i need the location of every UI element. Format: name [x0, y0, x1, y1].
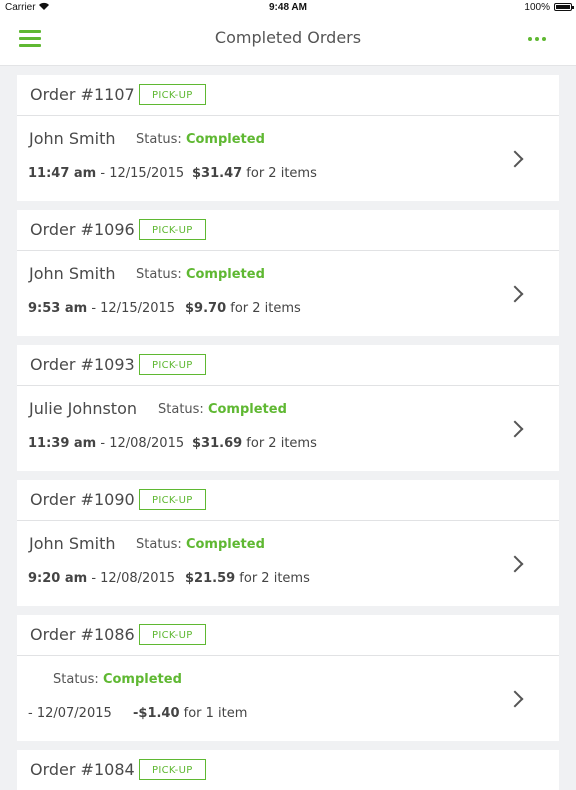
nav-bar: Completed Orders: [0, 16, 576, 66]
status-label: Status:: [136, 132, 182, 147]
order-amount-value: $9.70: [185, 301, 227, 316]
order-number: Order #1096: [30, 220, 135, 239]
order-body: John Smith Status: Completed 11:47 am - …: [17, 116, 559, 201]
order-header: Order #1084 PICK-UP: [17, 750, 559, 790]
order-header: Order #1086 PICK-UP: [17, 615, 559, 656]
order-item-count: for 1 item: [179, 706, 248, 721]
order-number: Order #1107: [30, 85, 135, 104]
order-date: - 12/07/2015: [28, 706, 112, 721]
pickup-badge: PICK-UP: [139, 354, 206, 375]
order-time-value: 9:53 am: [28, 301, 88, 316]
chevron-right-icon: [506, 555, 524, 573]
chevron-right-icon: [506, 690, 524, 708]
order-amount-value: -$1.40: [133, 706, 180, 721]
order-item-count: for 2 items: [235, 571, 310, 586]
order-item-count: for 2 items: [242, 436, 317, 451]
order-status: Status: Completed: [53, 672, 182, 687]
order-amount: $21.59 for 2 items: [185, 571, 310, 586]
status-label: Status:: [53, 672, 99, 687]
order-status: Status: Completed: [136, 267, 265, 282]
status-label: Status:: [158, 402, 204, 417]
order-time: 11:47 am - 12/15/2015: [28, 166, 184, 181]
status-value: Completed: [207, 402, 287, 417]
status-value: Completed: [185, 267, 265, 282]
battery-percent: 100%: [524, 2, 550, 13]
order-time-value: 9:20 am: [28, 571, 88, 586]
order-time: 11:39 am - 12/08/2015: [28, 436, 184, 451]
order-number: Order #1093: [30, 355, 135, 374]
order-amount: $9.70 for 2 items: [185, 301, 301, 316]
order-status: Status: Completed: [158, 402, 287, 417]
order-amount: $31.47 for 2 items: [192, 166, 317, 181]
order-time: - 12/07/2015: [28, 706, 112, 721]
pickup-badge: PICK-UP: [139, 219, 206, 240]
order-amount-value: $21.59: [185, 571, 236, 586]
status-value: Completed: [102, 672, 182, 687]
order-card[interactable]: Order #1084 PICK-UP: [17, 750, 559, 790]
status-label: Status:: [136, 537, 182, 552]
chevron-right-icon: [506, 420, 524, 438]
customer-name: John Smith: [29, 129, 116, 148]
order-header: Order #1096 PICK-UP: [17, 210, 559, 251]
order-body: John Smith Status: Completed 9:20 am - 1…: [17, 521, 559, 606]
order-date: - 12/08/2015: [87, 571, 176, 586]
order-time: 9:53 am - 12/15/2015: [28, 301, 175, 316]
clock: 9:48 AM: [269, 2, 307, 13]
pickup-badge: PICK-UP: [139, 624, 206, 645]
order-card[interactable]: Order #1107 PICK-UP John Smith Status: C…: [17, 75, 559, 201]
pickup-badge: PICK-UP: [139, 489, 206, 510]
order-item-count: for 2 items: [242, 166, 317, 181]
order-number: Order #1086: [30, 625, 135, 644]
customer-name: John Smith: [29, 264, 116, 283]
chevron-right-icon: [506, 285, 524, 303]
order-header: Order #1107 PICK-UP: [17, 75, 559, 116]
customer-name: Julie Johnston: [29, 399, 138, 418]
order-time-value: 11:47 am: [28, 166, 97, 181]
order-card[interactable]: Order #1090 PICK-UP John Smith Status: C…: [17, 480, 559, 606]
order-body: Julie Johnston Status: Completed 11:39 a…: [17, 386, 559, 471]
pickup-badge: PICK-UP: [139, 759, 206, 780]
status-value: Completed: [185, 132, 265, 147]
page-title: Completed Orders: [214, 28, 362, 47]
order-number: Order #1084: [30, 760, 135, 779]
order-amount-value: $31.47: [192, 166, 243, 181]
order-date: - 12/15/2015: [96, 166, 185, 181]
order-time-value: 11:39 am: [28, 436, 97, 451]
order-list: Order #1107 PICK-UP John Smith Status: C…: [17, 75, 559, 790]
order-card[interactable]: Order #1096 PICK-UP John Smith Status: C…: [17, 210, 559, 336]
order-number: Order #1090: [30, 490, 135, 509]
status-value: Completed: [185, 537, 265, 552]
order-time: 9:20 am - 12/08/2015: [28, 571, 175, 586]
more-options-icon[interactable]: [528, 37, 548, 43]
order-item-count: for 2 items: [226, 301, 301, 316]
order-amount-value: $31.69: [192, 436, 243, 451]
order-body: Status: Completed - 12/07/2015 -$1.40 fo…: [17, 656, 559, 741]
order-header: Order #1093 PICK-UP: [17, 345, 559, 386]
order-body: John Smith Status: Completed 9:53 am - 1…: [17, 251, 559, 336]
order-status: Status: Completed: [136, 537, 265, 552]
order-date: - 12/15/2015: [87, 301, 176, 316]
order-status: Status: Completed: [136, 132, 265, 147]
status-label: Status:: [136, 267, 182, 282]
order-header: Order #1090 PICK-UP: [17, 480, 559, 521]
chevron-right-icon: [506, 150, 524, 168]
battery-icon: [554, 3, 574, 11]
order-card[interactable]: Order #1093 PICK-UP Julie Johnston Statu…: [17, 345, 559, 471]
pickup-badge: PICK-UP: [139, 84, 206, 105]
order-date: - 12/08/2015: [96, 436, 185, 451]
order-card[interactable]: Order #1086 PICK-UP Status: Completed - …: [17, 615, 559, 741]
order-amount: -$1.40 for 1 item: [133, 706, 247, 721]
customer-name: John Smith: [29, 534, 116, 553]
status-bar: Carrier 9:48 AM 100%: [0, 0, 576, 16]
order-amount: $31.69 for 2 items: [192, 436, 317, 451]
